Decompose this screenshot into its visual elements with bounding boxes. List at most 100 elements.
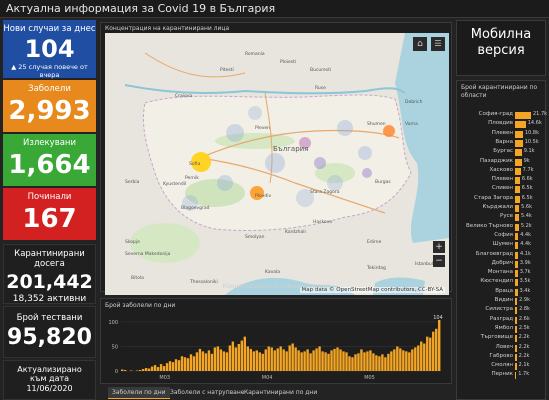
daily-bar[interactable] (186, 358, 190, 371)
zoom-in-button[interactable]: + (433, 241, 445, 253)
region-row[interactable]: Монтана 3.7k (457, 269, 547, 278)
daily-bar[interactable] (156, 367, 160, 371)
daily-bar[interactable] (348, 356, 351, 371)
daily-bar[interactable] (213, 347, 217, 371)
daily-bar[interactable] (138, 370, 142, 371)
daily-bar[interactable] (282, 349, 285, 371)
daily-bar[interactable] (360, 349, 363, 371)
daily-bar[interactable] (306, 349, 309, 371)
daily-bar[interactable] (249, 348, 252, 371)
region-row[interactable]: Стара Загора 6.5k (457, 195, 547, 204)
region-row[interactable]: Разград 2.6k (457, 316, 547, 325)
daily-bar[interactable] (210, 353, 214, 371)
daily-bar[interactable] (309, 353, 312, 371)
daily-bar[interactable] (258, 352, 261, 371)
daily-bar[interactable] (192, 356, 196, 371)
region-row[interactable]: Ловеч 2.2k (457, 344, 547, 353)
daily-bar[interactable] (351, 357, 354, 371)
region-row[interactable]: Пловдив 14.6k (457, 120, 547, 129)
tab-cases-daily[interactable]: Заболели по дни (108, 387, 170, 399)
region-row[interactable]: Пазарджик 9k (457, 158, 547, 167)
zoom-out-button[interactable]: − (433, 255, 445, 267)
daily-bar[interactable] (294, 347, 297, 371)
daily-bar[interactable] (153, 365, 157, 371)
region-row[interactable]: Смолян 2.1k (457, 362, 547, 371)
daily-bar[interactable] (315, 348, 318, 371)
region-row[interactable]: Благоевград 4.1k (457, 251, 547, 260)
home-button[interactable]: ⌂ (413, 37, 427, 51)
tab-quarantined-daily[interactable]: Карантинирани по дни (240, 387, 321, 399)
tab-cases-cumulative[interactable]: Заболели с натрупване (166, 387, 248, 399)
daily-bar[interactable] (222, 351, 226, 371)
daily-bar[interactable] (366, 351, 369, 371)
daily-bar[interactable] (243, 336, 247, 371)
region-row[interactable]: Перник 1.7k (457, 371, 547, 380)
daily-bar[interactable] (363, 352, 366, 371)
daily-bar[interactable] (297, 350, 300, 371)
daily-bar[interactable] (414, 347, 417, 371)
daily-bar[interactable] (279, 346, 282, 371)
daily-bar[interactable] (429, 337, 432, 371)
daily-bar[interactable] (285, 351, 288, 371)
daily-bar[interactable] (273, 350, 276, 371)
daily-bar[interactable] (393, 349, 396, 371)
daily-bar[interactable] (180, 356, 184, 371)
region-row[interactable]: Велико Търново 5.2k (457, 223, 547, 232)
daily-bar[interactable] (189, 354, 193, 371)
daily-bar[interactable] (435, 328, 438, 371)
daily-bar[interactable] (342, 351, 345, 371)
daily-bar[interactable] (291, 343, 294, 371)
daily-bar[interactable] (255, 350, 258, 371)
daily-bar[interactable] (417, 345, 420, 371)
region-row[interactable]: Шумен 4.4k (457, 241, 547, 250)
daily-bar[interactable] (384, 357, 387, 371)
daily-bar[interactable] (219, 349, 223, 371)
daily-bar[interactable] (141, 369, 145, 371)
daily-bar[interactable] (234, 347, 238, 371)
daily-bar[interactable] (165, 363, 169, 371)
daily-bar[interactable] (162, 366, 166, 371)
region-row[interactable]: Силистра 2.8k (457, 306, 547, 315)
daily-bar[interactable] (324, 352, 327, 371)
layers-button[interactable]: ☰ (431, 37, 445, 51)
daily-bar[interactable] (267, 346, 270, 371)
daily-bar[interactable] (318, 346, 321, 371)
quarantined-tile[interactable]: Карантинирани досега 201,442 18,352 акти… (3, 244, 96, 304)
daily-bar[interactable] (231, 341, 235, 371)
daily-bar[interactable] (252, 351, 255, 371)
region-row[interactable]: Плевен 6.6k (457, 176, 547, 185)
region-row[interactable]: Варна 10.5k (457, 139, 547, 148)
daily-bar[interactable] (387, 353, 390, 371)
region-row[interactable]: Добрич 3.9k (457, 260, 547, 269)
daily-bar[interactable] (261, 353, 264, 371)
region-row[interactable]: Кюстендил 3.5k (457, 278, 547, 287)
daily-bar[interactable] (375, 355, 378, 371)
daily-bar[interactable] (327, 353, 330, 371)
daily-bar[interactable] (438, 319, 441, 371)
daily-bar[interactable] (396, 346, 399, 371)
daily-bar[interactable] (144, 368, 148, 371)
daily-bar[interactable] (177, 360, 181, 371)
daily-bar[interactable] (264, 349, 267, 371)
daily-bar[interactable] (336, 347, 339, 371)
daily-bar[interactable] (378, 356, 381, 371)
daily-bar[interactable] (381, 354, 384, 371)
daily-bar[interactable] (121, 369, 124, 371)
new-cases-tile[interactable]: Нови случаи за днес 104 ▲ 25 случая пове… (3, 20, 96, 79)
daily-bar[interactable] (405, 351, 408, 371)
daily-bar[interactable] (216, 346, 220, 371)
region-row[interactable]: Видин 2.9k (457, 297, 547, 306)
daily-bar[interactable] (330, 350, 333, 371)
daily-bar[interactable] (204, 353, 208, 371)
mobile-version-link[interactable]: Мобилна версия (456, 20, 546, 76)
daily-bar[interactable] (432, 331, 435, 371)
daily-bar[interactable] (246, 346, 249, 371)
daily-bar[interactable] (171, 362, 175, 371)
infected-tile[interactable]: Заболели 2,993 (3, 80, 96, 132)
region-row[interactable]: Ямбол 2.5k (457, 325, 547, 334)
daily-bar[interactable] (390, 351, 393, 371)
deaths-tile[interactable]: Починали 167 (3, 188, 96, 240)
region-row[interactable]: Търговище 2.2k (457, 334, 547, 343)
daily-bar[interactable] (420, 341, 423, 371)
daily-bar[interactable] (288, 345, 291, 371)
